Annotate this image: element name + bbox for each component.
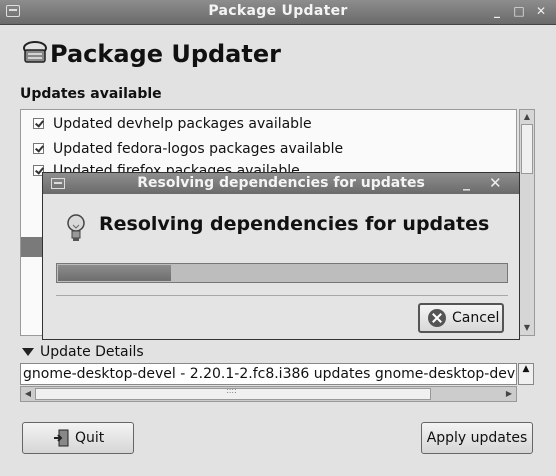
quit-button[interactable]: Quit bbox=[22, 422, 134, 454]
dialog-minimize-icon[interactable]: _ bbox=[463, 175, 470, 191]
list-item[interactable]: Updated fedora-logos packages available bbox=[33, 138, 344, 160]
list-item-label: Updated fedora-logos packages available bbox=[53, 141, 344, 157]
list-item-label: Updated devhelp packages available bbox=[53, 116, 312, 132]
update-details-text[interactable]: gnome-desktop-devel - 2.20.1-2.fc8.i386 … bbox=[20, 363, 517, 385]
scroll-thumb[interactable] bbox=[521, 124, 533, 174]
updates-available-label: Updates available bbox=[20, 86, 162, 102]
window-title: Package Updater bbox=[208, 3, 348, 19]
updates-list-scrollbar[interactable]: ▲ ▼ bbox=[519, 109, 535, 336]
progress-fill bbox=[58, 265, 171, 281]
scroll-down-icon[interactable]: ▼ bbox=[520, 321, 534, 335]
cancel-label: Cancel bbox=[452, 310, 500, 326]
scroll-up-icon[interactable]: ▲ bbox=[520, 110, 534, 124]
package-icon bbox=[23, 41, 47, 63]
update-checkbox[interactable] bbox=[33, 143, 44, 154]
page-title: Package Updater bbox=[50, 40, 281, 68]
apply-updates-button[interactable]: Apply updates bbox=[421, 422, 533, 454]
dialog-heading: Resolving dependencies for updates bbox=[99, 213, 490, 235]
update-details-expander[interactable]: Update Details bbox=[22, 344, 144, 360]
dialog-titlebar[interactable]: Resolving dependencies for updates _ ✕ bbox=[43, 173, 519, 194]
maximize-icon[interactable]: □ bbox=[512, 4, 526, 18]
dialog-close-icon[interactable]: ✕ bbox=[489, 174, 502, 192]
progress-bar bbox=[56, 263, 508, 283]
quit-label: Quit bbox=[75, 430, 105, 446]
close-icon[interactable]: ✕ bbox=[534, 4, 548, 18]
minimize-icon[interactable]: _ bbox=[490, 4, 504, 18]
expander-triangle-icon bbox=[22, 348, 34, 356]
resolving-dependencies-dialog: Resolving dependencies for updates _ ✕ R… bbox=[42, 172, 520, 340]
cancel-x-icon bbox=[428, 309, 446, 327]
details-horizontal-scrollbar[interactable]: ◀ ▶ bbox=[20, 386, 517, 402]
scroll-right-icon[interactable]: ▶ bbox=[502, 387, 516, 401]
dialog-title: Resolving dependencies for updates bbox=[137, 175, 425, 191]
selected-row-highlight bbox=[21, 237, 44, 257]
list-item[interactable]: Updated devhelp packages available bbox=[33, 113, 312, 135]
scroll-left-icon[interactable]: ◀ bbox=[21, 387, 35, 401]
exit-door-icon bbox=[54, 429, 69, 447]
lightbulb-icon bbox=[67, 214, 85, 241]
update-details-label: Update Details bbox=[40, 344, 144, 360]
window-titlebar[interactable]: Package Updater _ □ ✕ bbox=[0, 0, 556, 25]
dialog-separator bbox=[56, 295, 508, 296]
cancel-button[interactable]: Cancel bbox=[418, 303, 504, 333]
scroll-thumb[interactable] bbox=[35, 386, 431, 400]
details-scroll-arrow-icon[interactable]: ▲ bbox=[518, 363, 534, 385]
update-checkbox[interactable] bbox=[33, 118, 44, 129]
